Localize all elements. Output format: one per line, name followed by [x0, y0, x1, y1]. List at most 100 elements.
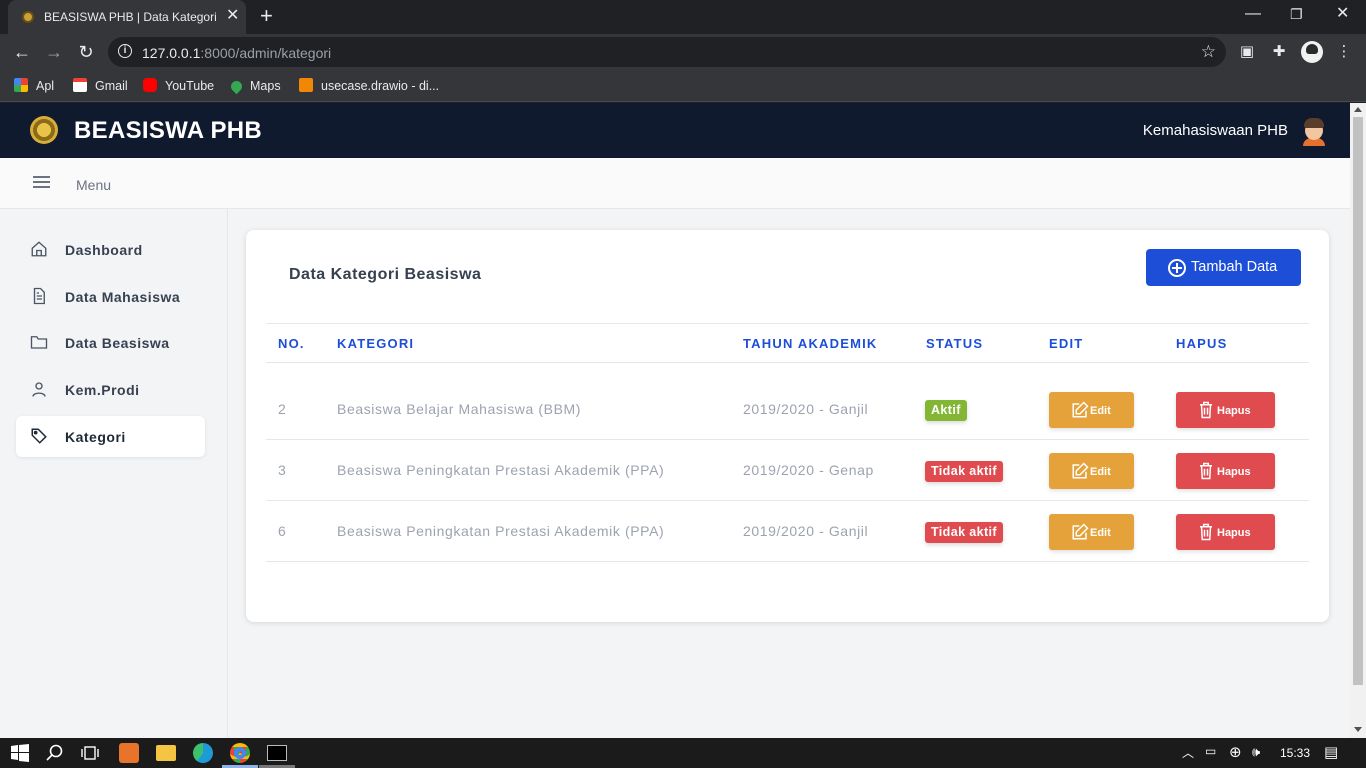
battery-icon[interactable]: ▭ — [1205, 744, 1216, 758]
sidebar-item-label: Dashboard — [65, 242, 143, 258]
edit-button[interactable]: Edit — [1049, 514, 1134, 550]
search-icon[interactable] — [45, 743, 65, 763]
reload-icon[interactable]: ↻ — [74, 40, 98, 64]
minimize-icon[interactable]: — — [1245, 4, 1261, 24]
bookmark-youtube[interactable]: YouTube — [143, 78, 214, 94]
cell-tahun-akademik: 2019/2020 - Genap — [743, 462, 874, 478]
network-globe-icon[interactable]: ⊕ — [1229, 743, 1242, 761]
bookmarks-bar: Apl Gmail YouTube Maps usecase.drawio - … — [0, 70, 1366, 102]
cell-tahun-akademik: 2019/2020 - Ganjil — [743, 523, 869, 539]
back-icon[interactable]: ← — [10, 40, 34, 64]
cast-icon[interactable]: ▣ — [1237, 42, 1257, 62]
bookmark-star-icon[interactable]: ☆ — [1201, 42, 1216, 62]
document-icon — [33, 287, 45, 305]
hapus-button[interactable]: Hapus — [1176, 453, 1275, 489]
folder-icon — [30, 336, 48, 349]
bookmark-label: Apl — [36, 79, 55, 93]
edit-icon — [1072, 401, 1089, 418]
tab-title: BEASISWA PHB | Data Kategori — [44, 10, 217, 24]
trash-icon — [1200, 401, 1212, 419]
youtube-icon — [143, 78, 157, 92]
bookmark-drawio[interactable]: usecase.drawio - di... — [299, 78, 439, 94]
brand-title: BEASISWA PHB — [74, 117, 263, 144]
profile-avatar[interactable] — [1301, 41, 1323, 63]
taskbar-clock[interactable]: 15:33 — [1280, 746, 1310, 760]
user-avatar[interactable] — [1300, 116, 1328, 146]
sidebar-item-dashboard[interactable]: Dashboard — [16, 229, 205, 270]
cell-no: 3 — [278, 462, 287, 478]
browser-tab[interactable]: BEASISWA PHB | Data Kategori ✕ — [8, 0, 246, 34]
page-title: Data Kategori Beasiswa — [289, 266, 482, 283]
scroll-up-icon[interactable] — [1354, 107, 1362, 112]
hapus-button[interactable]: Hapus — [1176, 514, 1275, 550]
xampp-icon[interactable] — [119, 743, 139, 763]
windows-start-icon[interactable] — [10, 743, 30, 763]
file-explorer-icon[interactable] — [156, 745, 176, 761]
user-name[interactable]: Kemahasiswaan PHB — [1143, 122, 1288, 139]
cell-no: 6 — [278, 523, 287, 539]
scroll-down-icon[interactable] — [1354, 727, 1362, 732]
address-bar[interactable]: i 127.0.0.1:8000/admin/kategori ☆ — [108, 37, 1226, 67]
volume-icon[interactable]: 🕪 — [1252, 744, 1260, 760]
edit-icon — [1072, 462, 1089, 479]
bookmark-apps[interactable]: Apl — [14, 78, 54, 94]
status-badge: Tidak aktif — [925, 522, 1003, 543]
chrome-icon[interactable] — [230, 743, 250, 763]
column-header-kategori: KATEGORI — [337, 336, 415, 351]
bookmark-gmail[interactable]: Gmail — [73, 78, 128, 94]
sidebar-item-kem-prodi[interactable]: Kem.Prodi — [16, 369, 205, 410]
forward-icon[interactable]: → — [42, 40, 66, 64]
user-icon — [32, 382, 46, 397]
edit-button[interactable]: Edit — [1049, 453, 1134, 489]
site-info-icon[interactable]: i — [118, 44, 132, 58]
edit-label: Edit — [1090, 405, 1111, 417]
hamburger-menu-icon[interactable] — [33, 176, 50, 189]
scroll-thumb[interactable] — [1353, 117, 1363, 685]
browser-menu-icon[interactable]: ⋮ — [1334, 42, 1354, 62]
cell-kategori: Beasiswa Belajar Mahasiswa (BBM) — [337, 401, 582, 417]
sidebar-item-label: Data Mahasiswa — [65, 289, 181, 305]
home-icon — [31, 241, 47, 257]
gmail-icon — [73, 78, 87, 92]
maps-pin-icon — [228, 78, 245, 95]
close-window-icon[interactable]: ✕ — [1336, 4, 1349, 24]
trash-icon — [1200, 523, 1212, 541]
sidebar-item-data-beasiswa[interactable]: Data Beasiswa — [16, 322, 205, 363]
table-header: NO. KATEGORI TAHUN AKADEMIK STATUS EDIT … — [266, 323, 1309, 363]
edit-label: Edit — [1090, 466, 1111, 478]
url-host: 127.0.0.1 — [142, 45, 201, 61]
bookmark-label: Maps — [250, 79, 281, 93]
column-header-edit: EDIT — [1049, 336, 1084, 351]
new-tab-icon[interactable]: + — [260, 5, 273, 27]
tambah-data-button[interactable]: Tambah Data — [1146, 249, 1301, 286]
page-scrollbar[interactable] — [1350, 103, 1366, 738]
show-hidden-icons-icon[interactable]: ︿ — [1182, 744, 1194, 761]
table-row: 3 Beasiswa Peningkatan Prestasi Akademik… — [266, 440, 1309, 501]
terminal-icon[interactable] — [267, 745, 287, 761]
hapus-button[interactable]: Hapus — [1176, 392, 1275, 428]
drawio-icon — [299, 78, 313, 92]
bookmark-label: Gmail — [95, 79, 128, 93]
sidebar-item-label: Kategori — [65, 429, 126, 445]
browser-tab-strip: BEASISWA PHB | Data Kategori ✕ + — ❐ ✕ — [0, 0, 1366, 34]
task-view-icon[interactable] — [80, 743, 100, 763]
column-header-hapus: HAPUS — [1176, 336, 1228, 351]
extensions-icon[interactable]: ✚ — [1269, 42, 1289, 62]
tambah-data-label: Tambah Data — [1191, 259, 1278, 275]
status-badge: Aktif — [925, 400, 967, 421]
notifications-icon[interactable]: ▤ — [1324, 743, 1338, 761]
sidebar-item-data-mahasiswa[interactable]: Data Mahasiswa — [16, 276, 205, 317]
edge-icon[interactable] — [193, 743, 213, 763]
menu-label[interactable]: Menu — [76, 177, 111, 193]
restore-icon[interactable]: ❐ — [1290, 4, 1303, 24]
close-tab-icon[interactable]: ✕ — [226, 7, 239, 25]
trash-icon — [1200, 462, 1212, 480]
edit-button[interactable]: Edit — [1049, 392, 1134, 428]
cell-tahun-akademik: 2019/2020 - Ganjil — [743, 401, 869, 417]
sidebar: Dashboard Data Mahasiswa Data Beasiswa K… — [0, 209, 228, 738]
hapus-label: Hapus — [1217, 527, 1251, 539]
bookmark-maps[interactable]: Maps — [228, 78, 281, 95]
sidebar-item-kategori[interactable]: Kategori — [16, 416, 205, 457]
tag-icon — [31, 428, 47, 444]
table-row: 6 Beasiswa Peningkatan Prestasi Akademik… — [266, 501, 1309, 562]
